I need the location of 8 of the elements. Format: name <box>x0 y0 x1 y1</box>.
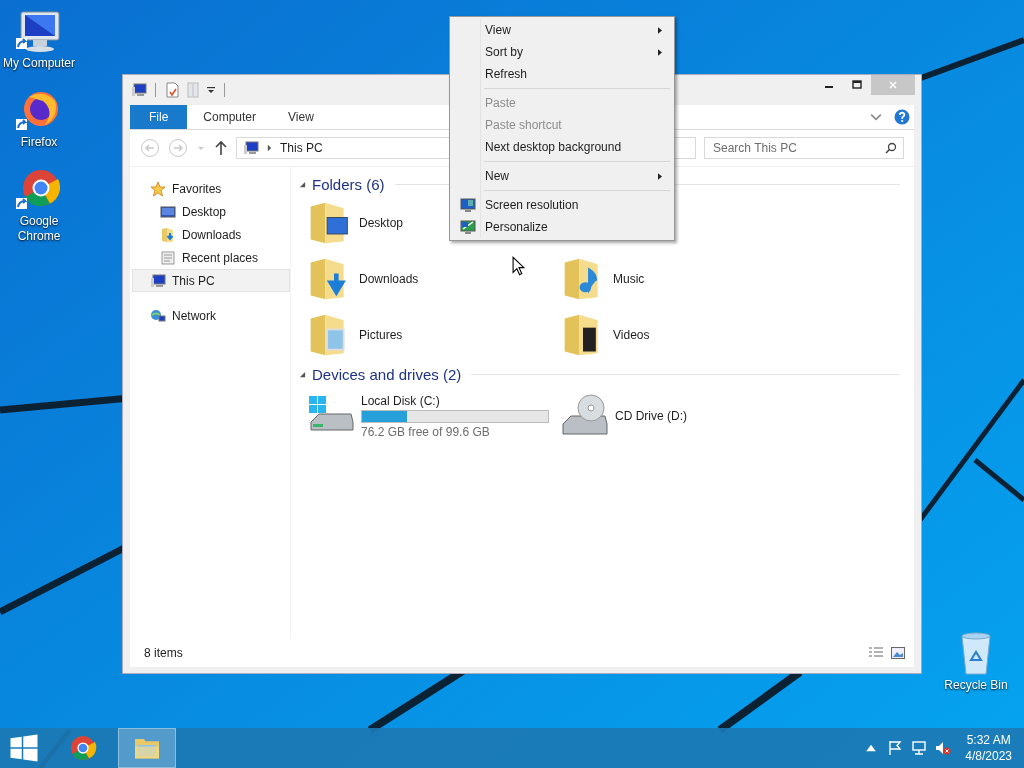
status-text: 8 items <box>144 646 183 660</box>
shortcut-label: Firefox <box>19 135 59 150</box>
group-heading: Devices and drives (2) <box>312 365 462 383</box>
group-heading: Folders (6) <box>312 175 385 193</box>
free-space-text: 76.2 GB free of 99.6 GB <box>361 424 491 439</box>
shortcut-label: Recycle Bin <box>943 678 1009 693</box>
shortcut-label: Google Chrome <box>16 214 62 244</box>
shortcut-label: My Computer <box>2 56 76 71</box>
